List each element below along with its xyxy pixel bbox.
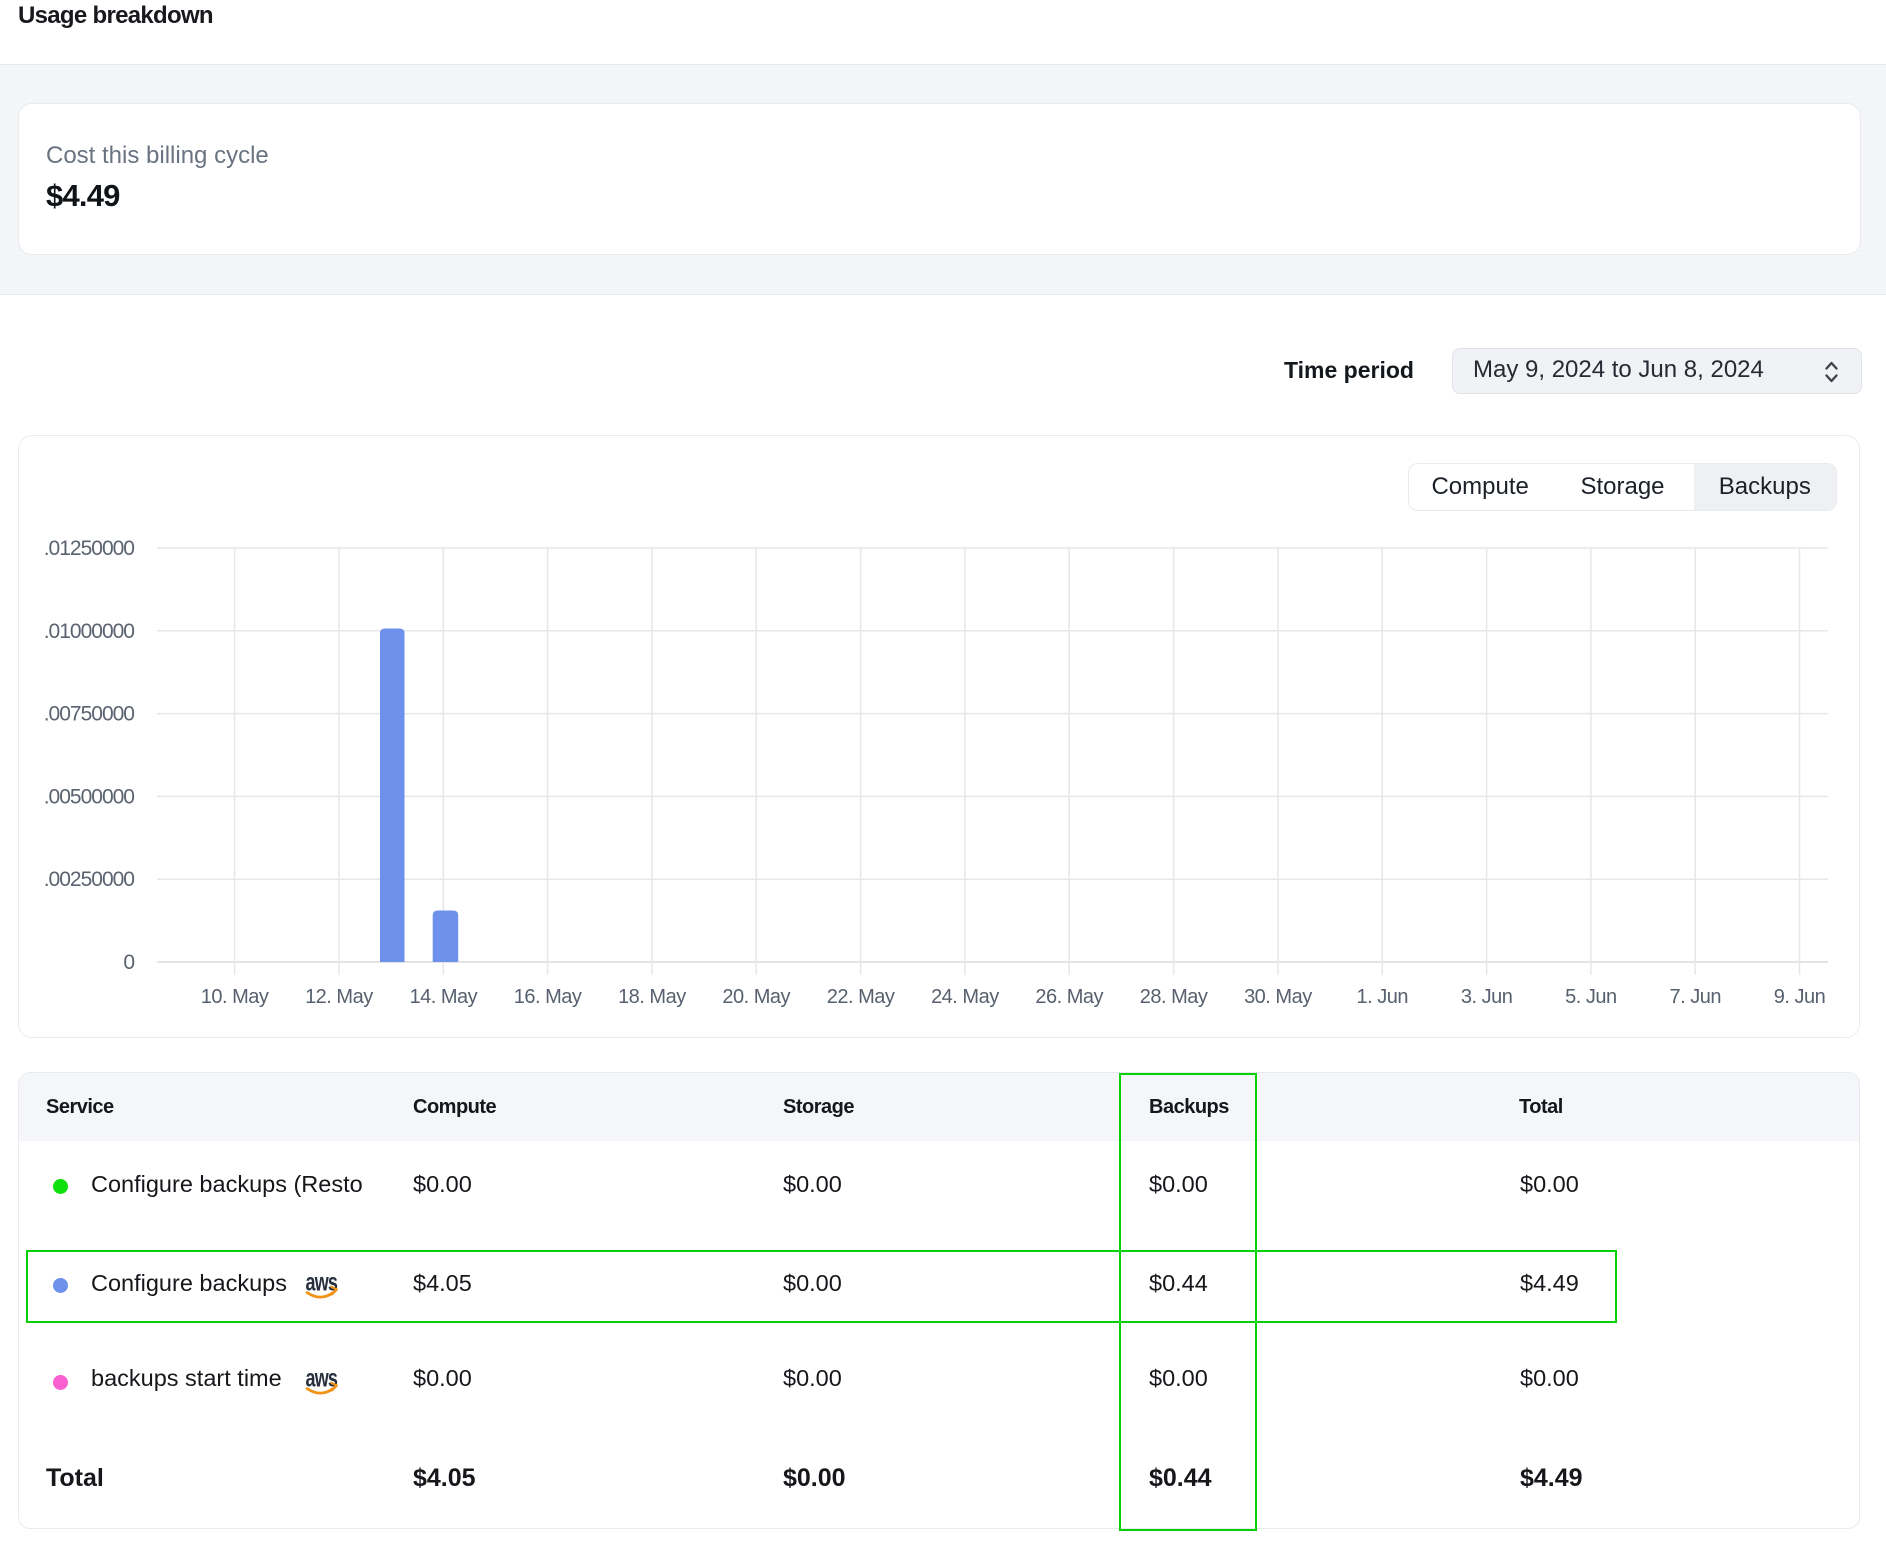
svg-text:24. May: 24. May — [931, 986, 999, 1008]
svg-text:26. May: 26. May — [1035, 986, 1103, 1008]
svg-text:12. May: 12. May — [305, 986, 373, 1008]
svg-text:30. May: 30. May — [1244, 986, 1312, 1008]
svg-text:14. May: 14. May — [409, 986, 477, 1008]
svg-text:0: 0 — [123, 951, 134, 974]
svg-text:16. May: 16. May — [514, 986, 582, 1008]
svg-text:10. May: 10. May — [201, 986, 269, 1008]
svg-text:7. Jun: 7. Jun — [1669, 986, 1720, 1008]
svg-text:.00750000: .00750000 — [44, 703, 135, 726]
svg-text:1. Jun: 1. Jun — [1356, 986, 1407, 1008]
svg-text:9. Jun: 9. Jun — [1774, 986, 1825, 1008]
svg-text:.01000000: .01000000 — [44, 620, 135, 643]
svg-text:28. May: 28. May — [1140, 986, 1208, 1008]
svg-text:.00500000: .00500000 — [44, 785, 135, 808]
svg-text:.00250000: .00250000 — [44, 868, 135, 891]
svg-text:.01250000: .01250000 — [44, 537, 135, 560]
svg-text:18. May: 18. May — [618, 986, 686, 1008]
svg-text:20. May: 20. May — [722, 986, 790, 1008]
svg-text:22. May: 22. May — [827, 986, 895, 1008]
svg-text:5. Jun: 5. Jun — [1565, 986, 1616, 1008]
svg-text:3. Jun: 3. Jun — [1461, 986, 1512, 1008]
